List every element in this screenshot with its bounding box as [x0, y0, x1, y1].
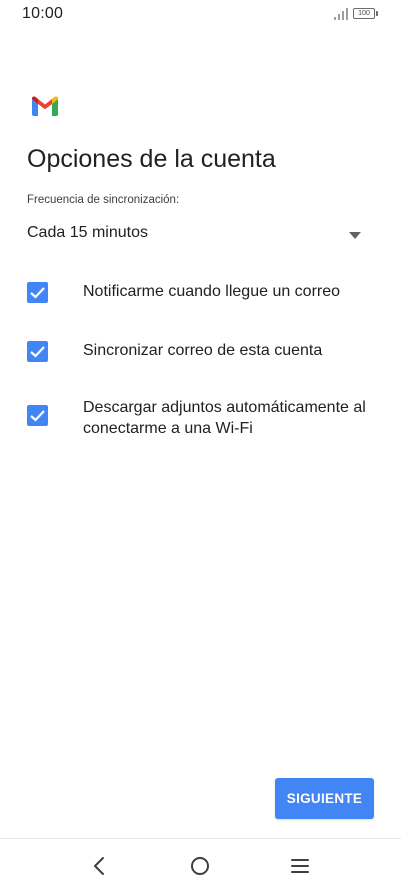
status-time: 10:00 [22, 5, 64, 22]
status-bar: 10:00 100 [0, 0, 401, 30]
dropdown-arrow-icon [349, 232, 361, 239]
system-nav-bar [0, 839, 401, 892]
page-title: Opciones de la cuenta [27, 145, 276, 173]
back-icon[interactable] [87, 853, 113, 879]
checkmark-icon [30, 410, 45, 422]
checkmark-icon [30, 287, 45, 299]
sync-frequency-value: Cada 15 minutos [27, 224, 148, 241]
notify-checkbox[interactable] [27, 282, 48, 303]
battery-tip [376, 11, 378, 16]
gmail-logo-icon [32, 96, 58, 116]
menu-icon[interactable] [287, 853, 313, 879]
sync-mail-label: Sincronizar correo de esta cuenta [83, 342, 323, 359]
checkmark-icon [30, 346, 45, 358]
sync-mail-checkbox[interactable] [27, 341, 48, 362]
sync-frequency-label: Frecuencia de sincronización: [27, 194, 180, 206]
signal-icon [334, 8, 348, 20]
home-icon[interactable] [187, 853, 213, 879]
download-attachments-label: Descargar adjuntos automáticamente al co… [83, 399, 366, 437]
next-button[interactable]: SIGUIENTE [275, 778, 374, 819]
notify-label: Notificarme cuando llegue un correo [83, 283, 341, 300]
account-options-screen: 10:00 100 Opciones de la cuenta Frecuenc… [0, 0, 401, 892]
sync-frequency-dropdown[interactable]: Cada 15 minutos [27, 222, 369, 248]
battery-icon: 100 [353, 8, 375, 19]
download-attachments-checkbox[interactable] [27, 405, 48, 426]
